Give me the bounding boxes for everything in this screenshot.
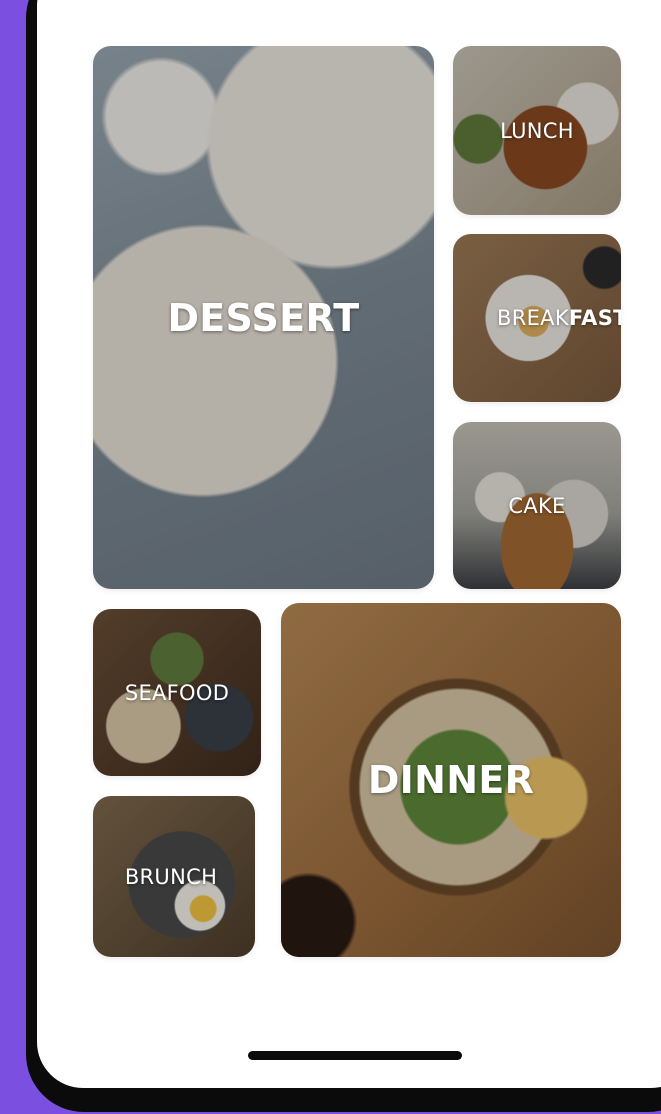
home-indicator[interactable]: [248, 1051, 462, 1060]
category-label-dessert: DESSERT: [167, 295, 360, 340]
category-tile-dinner[interactable]: DINNER: [281, 603, 621, 957]
category-tile-cake[interactable]: CAKE: [453, 422, 621, 589]
phone-screen: DESSERT LUNCH BREAKFAST CAKE SEAFOOD BRU…: [37, 0, 661, 1088]
category-tile-breakfast[interactable]: BREAKFAST: [453, 234, 621, 402]
category-label-brunch: BRUNCH: [124, 864, 218, 889]
category-tile-lunch[interactable]: LUNCH: [453, 46, 621, 215]
category-label-breakfast: BREAKFAST: [497, 306, 621, 330]
category-tile-seafood[interactable]: SEAFOOD: [93, 609, 261, 776]
breakfast-label-regular: BREAK: [497, 306, 569, 330]
category-label-dinner: DINNER: [367, 758, 535, 802]
category-label-lunch: LUNCH: [500, 118, 574, 143]
category-tile-brunch[interactable]: BRUNCH: [93, 796, 255, 957]
breakfast-label-bold: FAST: [568, 306, 621, 330]
category-label-cake: CAKE: [508, 493, 566, 518]
category-label-seafood: SEAFOOD: [124, 680, 230, 705]
app-canvas: DESSERT LUNCH BREAKFAST CAKE SEAFOOD BRU…: [0, 0, 661, 1114]
category-tile-dessert[interactable]: DESSERT: [93, 46, 434, 589]
